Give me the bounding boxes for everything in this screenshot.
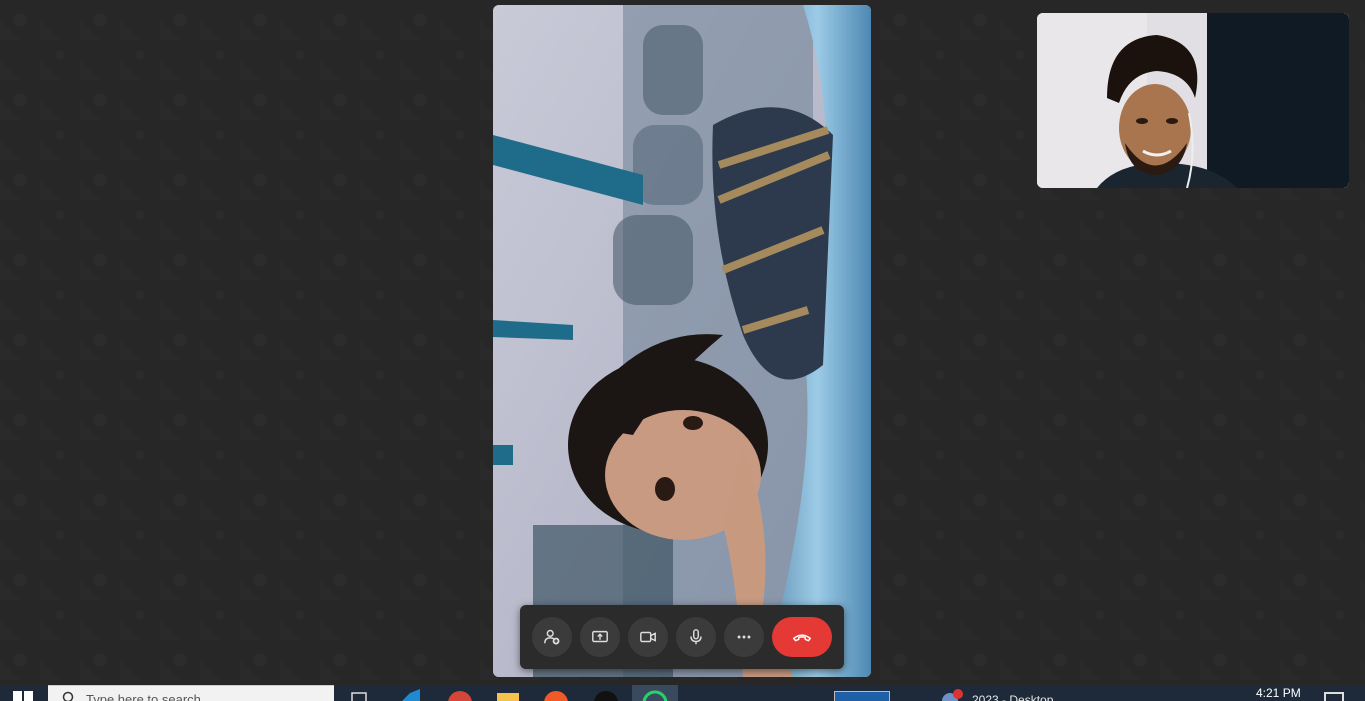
brave-browser-icon[interactable]	[542, 689, 570, 701]
more-dots-icon	[737, 635, 751, 639]
add-person-icon	[544, 629, 560, 645]
whatsapp-icon[interactable]	[641, 689, 669, 701]
call-controls-bar	[520, 605, 844, 669]
end-call-button[interactable]	[772, 617, 832, 657]
microphone-toggle-button[interactable]	[676, 617, 716, 657]
windows-start-icon[interactable]	[10, 689, 36, 701]
call-stage	[0, 0, 1365, 685]
taskbar-search-box[interactable]: Type here to search	[48, 685, 334, 701]
vscode-icon[interactable]	[396, 689, 424, 701]
github-desktop-icon[interactable]	[592, 689, 620, 701]
notification-app-icon[interactable]	[940, 689, 964, 701]
share-screen-button[interactable]	[580, 617, 620, 657]
task-view-icon[interactable]	[346, 689, 374, 701]
search-icon	[62, 691, 74, 701]
chrome-icon[interactable]	[446, 689, 474, 701]
screen-share-icon	[592, 630, 608, 643]
taskbar-window-thumbnail[interactable]	[834, 691, 890, 701]
video-camera-icon	[640, 631, 656, 643]
more-options-button[interactable]	[724, 617, 764, 657]
notification-center-icon[interactable]	[1324, 692, 1344, 701]
self-view	[1037, 13, 1349, 188]
self-view-frame	[1037, 13, 1349, 188]
add-participant-button[interactable]	[532, 617, 572, 657]
taskbar-window-label[interactable]: 2023 - Desktop	[972, 693, 1053, 701]
microphone-icon	[690, 629, 702, 645]
taskbar-clock[interactable]: 4:21 PM	[1256, 686, 1301, 700]
remote-video-frame	[493, 5, 871, 677]
search-placeholder: Type here to search	[86, 692, 201, 701]
windows-taskbar: Type here to search 2023 - Desktop 4:21 …	[0, 685, 1365, 701]
file-explorer-icon[interactable]	[494, 689, 522, 701]
end-call-icon	[793, 634, 811, 642]
remote-video	[493, 5, 871, 677]
camera-toggle-button[interactable]	[628, 617, 668, 657]
